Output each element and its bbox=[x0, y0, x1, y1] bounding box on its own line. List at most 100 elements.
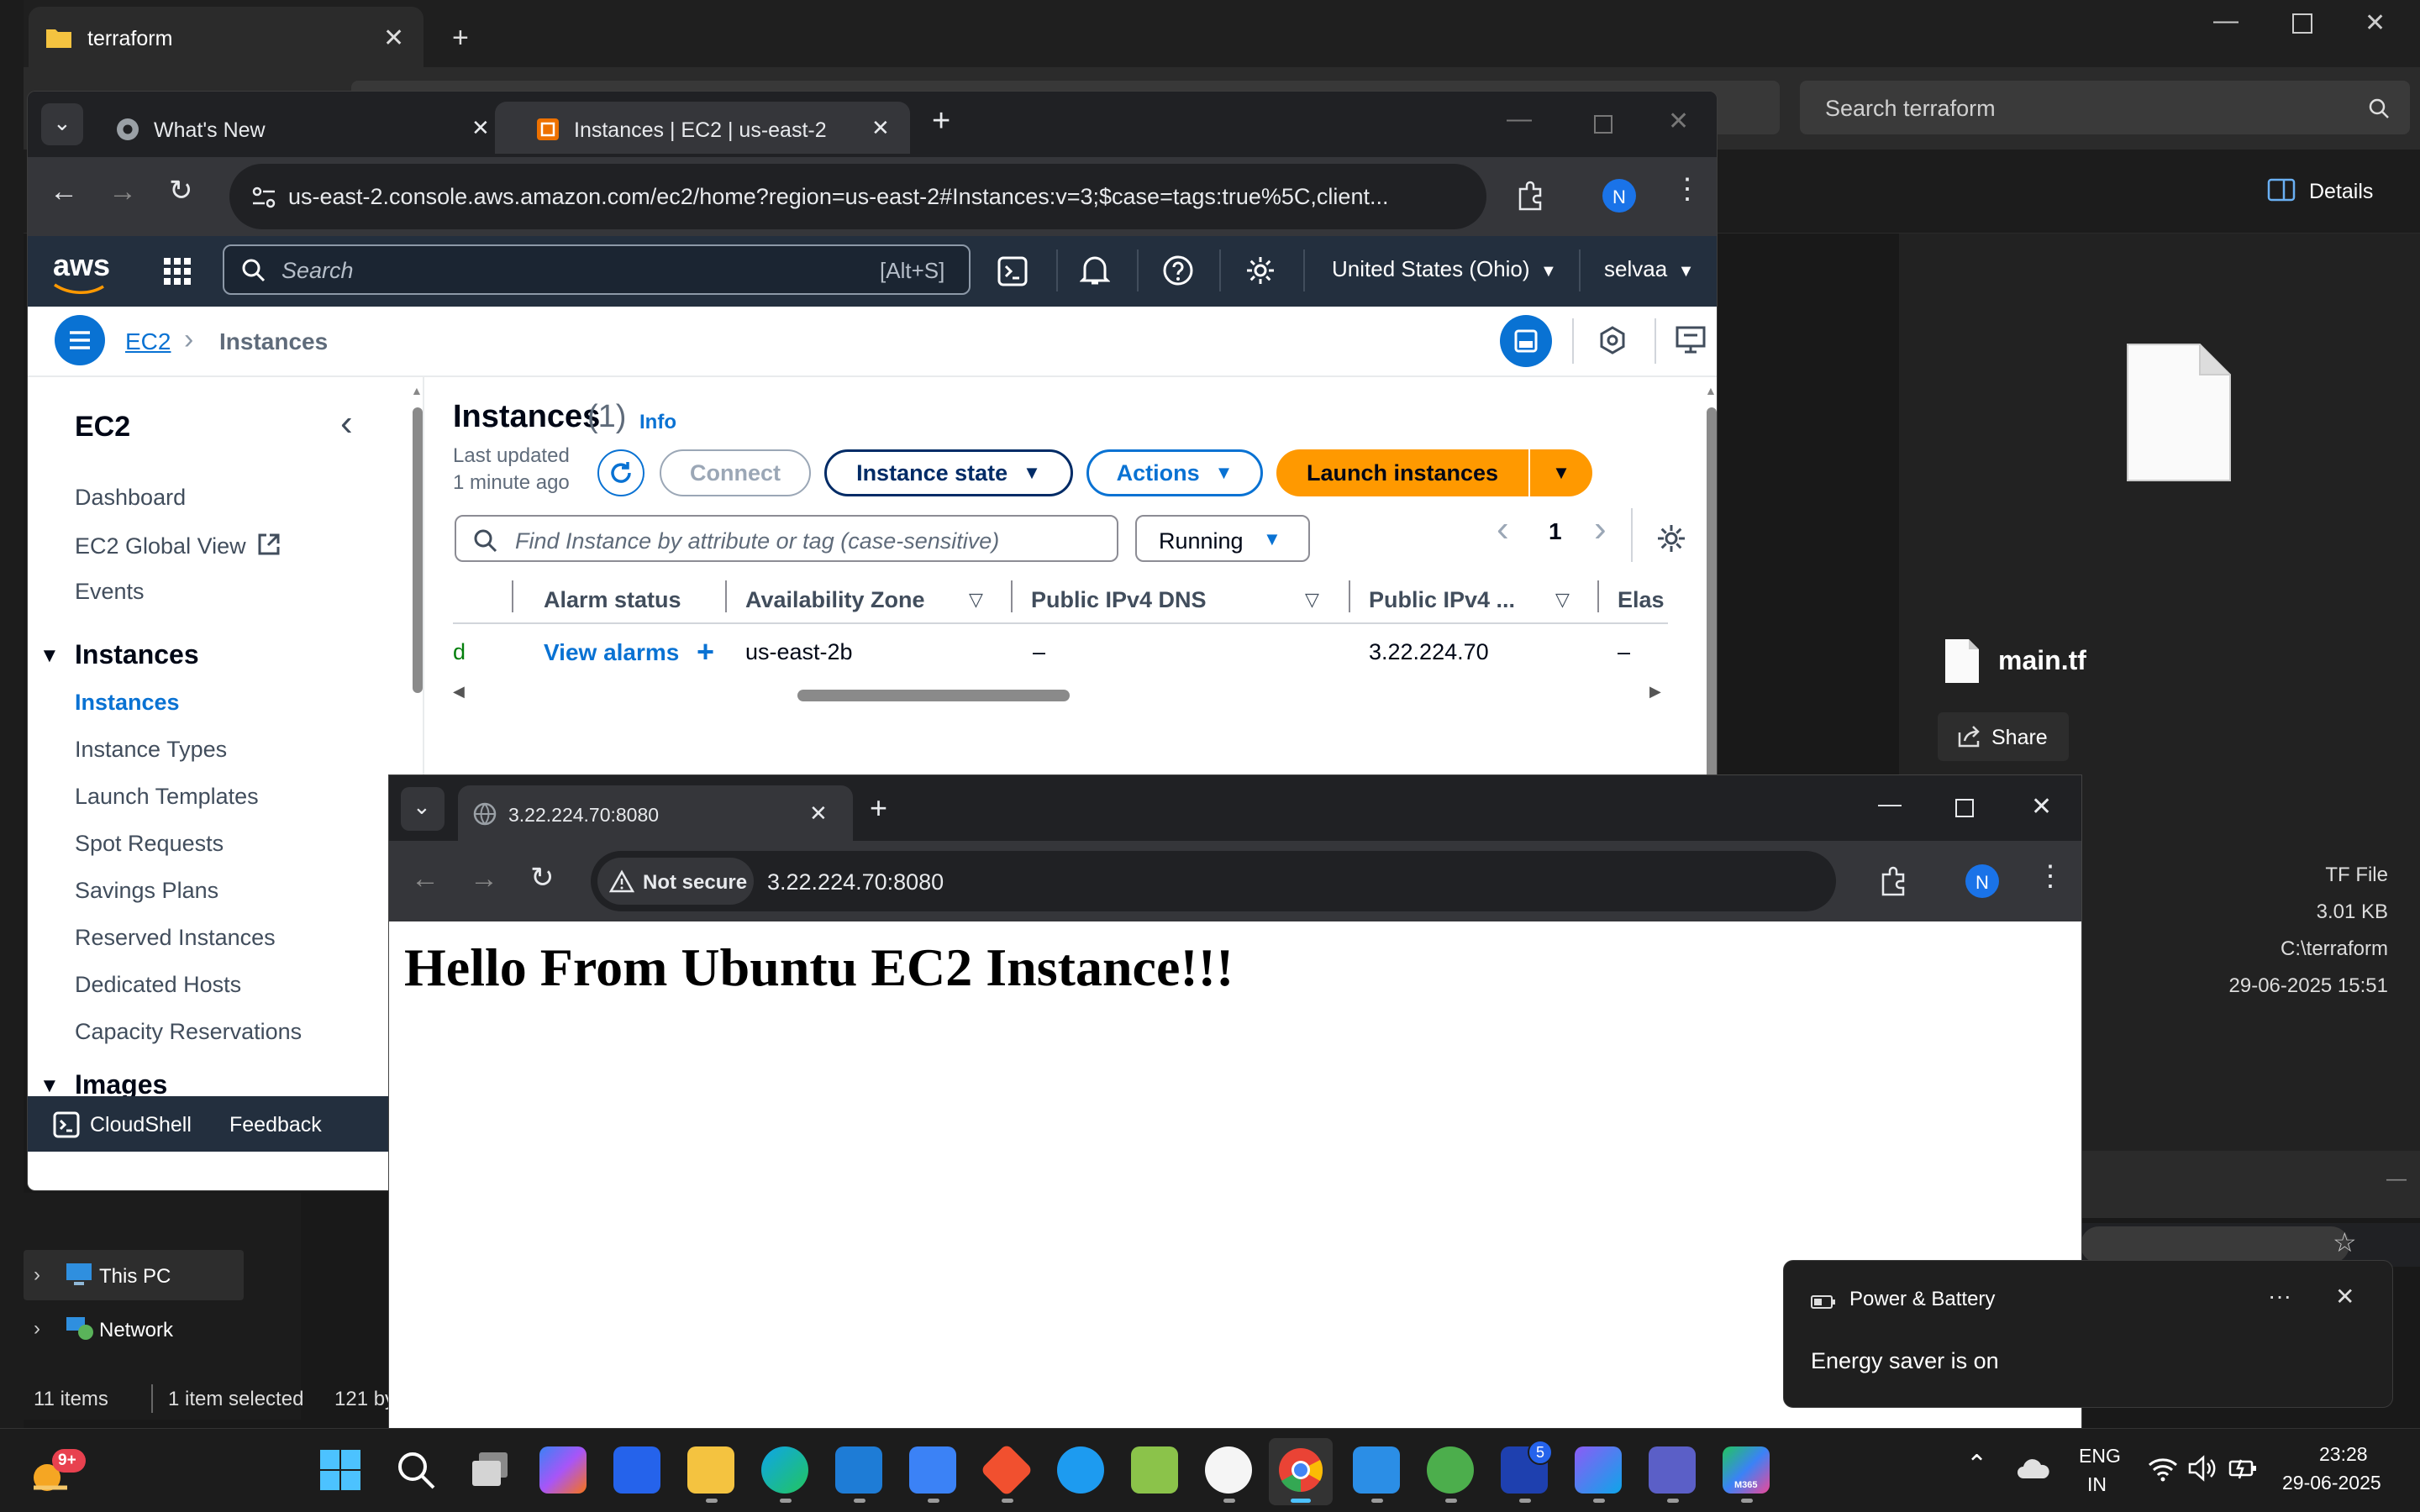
menu-icon[interactable]: ⋮ bbox=[1673, 172, 1702, 206]
side-nav-section-instances[interactable]: Instances bbox=[75, 639, 199, 670]
actions-dropdown[interactable]: Actions ▼ bbox=[1086, 449, 1263, 496]
feedback-button[interactable]: Feedback bbox=[229, 1113, 322, 1137]
account-menu[interactable]: selvaa ▼ bbox=[1604, 256, 1694, 282]
close-tab-icon[interactable]: ✕ bbox=[809, 801, 828, 827]
vscode-icon[interactable] bbox=[835, 1446, 882, 1494]
security-chip[interactable]: Not secure bbox=[597, 858, 754, 905]
share-button[interactable]: Share bbox=[1938, 712, 2069, 761]
task-view-icon[interactable] bbox=[469, 1449, 511, 1491]
connect-button[interactable]: Connect bbox=[660, 449, 811, 496]
details-button[interactable]: Details bbox=[2309, 180, 2373, 204]
minimize-icon[interactable]: — bbox=[2213, 7, 2238, 35]
minimize-icon[interactable]: — bbox=[1878, 790, 1902, 817]
side-nav-toggle[interactable] bbox=[55, 315, 105, 365]
chrome-taskbar-active[interactable] bbox=[1269, 1438, 1333, 1505]
notifications-bell-icon[interactable] bbox=[1080, 255, 1110, 286]
launch-dropdown-button[interactable]: ▼ bbox=[1530, 449, 1592, 496]
expand-triangle-icon[interactable]: ▼ bbox=[39, 644, 60, 668]
sort-icon[interactable]: ▽ bbox=[969, 589, 983, 611]
more-options-icon[interactable]: ··· bbox=[2268, 1283, 2291, 1310]
side-nav-launch-templates[interactable]: Launch Templates bbox=[75, 784, 259, 810]
new-tab-icon[interactable]: + bbox=[870, 790, 887, 826]
teams-icon[interactable] bbox=[1649, 1446, 1696, 1494]
side-nav-instances-active[interactable]: Instances bbox=[75, 690, 180, 716]
close-icon[interactable]: ✕ bbox=[2031, 792, 2052, 822]
power-notification[interactable]: Power & Battery ··· ✕ Energy saver is on bbox=[1783, 1260, 2393, 1408]
add-alarm-icon[interactable]: + bbox=[697, 634, 714, 669]
nav-item-network[interactable]: › Network bbox=[24, 1304, 244, 1354]
table-row[interactable]: d View alarms + us-east-2b – 3.22.224.70… bbox=[453, 626, 1668, 678]
aws-address-bar[interactable]: us-east-2.console.aws.amazon.com/ec2/hom… bbox=[229, 164, 1486, 229]
weather-widget[interactable]: 9+ bbox=[29, 1449, 86, 1496]
battery-saver-icon[interactable] bbox=[2228, 1457, 2259, 1482]
onedrive-icon[interactable] bbox=[2017, 1457, 2050, 1480]
sort-icon[interactable]: ▽ bbox=[1305, 589, 1319, 611]
panel-toggle-button[interactable] bbox=[1500, 315, 1552, 367]
breadcrumb-ec2-link[interactable]: EC2 bbox=[125, 328, 171, 355]
tab-localhost[interactable]: 3.22.224.70:8080 ✕ bbox=[458, 785, 853, 841]
scroll-left-icon[interactable]: ◀ bbox=[453, 683, 465, 701]
maximize-icon[interactable] bbox=[1955, 799, 1974, 817]
close-tab-icon[interactable]: ✕ bbox=[383, 24, 404, 53]
maximize-icon[interactable] bbox=[2292, 13, 2312, 34]
reload-icon[interactable]: ↻ bbox=[530, 861, 555, 895]
webex-icon[interactable] bbox=[1575, 1446, 1622, 1494]
putty-icon[interactable] bbox=[1205, 1446, 1252, 1494]
column-elastic-ip[interactable]: Elas bbox=[1618, 587, 1665, 613]
language-indicator[interactable]: ENG bbox=[2079, 1445, 2121, 1467]
side-nav-reserved-instances[interactable]: Reserved Instances bbox=[75, 925, 276, 951]
maximize-icon[interactable] bbox=[1594, 115, 1612, 134]
minimize-icon[interactable]: — bbox=[1507, 105, 1532, 134]
profile-avatar[interactable]: N bbox=[1965, 864, 1999, 898]
tab-search-button[interactable]: ⌄ bbox=[41, 103, 83, 145]
new-tab-icon[interactable]: + bbox=[452, 22, 469, 55]
popup-address-bar[interactable]: Not secure 3.22.224.70:8080 bbox=[591, 851, 1836, 911]
settings-gear-icon[interactable] bbox=[1244, 255, 1276, 286]
explorer-search-input[interactable]: Search terraform bbox=[1800, 81, 2410, 134]
clock-date[interactable]: 29-06-2025 bbox=[2282, 1472, 2381, 1494]
windows-start-icon[interactable] bbox=[319, 1449, 361, 1491]
profile-avatar[interactable]: N bbox=[1602, 179, 1636, 213]
page-number[interactable]: 1 bbox=[1549, 518, 1562, 545]
search-icon[interactable] bbox=[395, 1449, 437, 1491]
side-nav-instance-types[interactable]: Instance Types bbox=[75, 737, 227, 763]
side-nav-dedicated-hosts[interactable]: Dedicated Hosts bbox=[75, 972, 241, 998]
close-tab-icon[interactable]: ✕ bbox=[871, 115, 890, 141]
help-icon[interactable] bbox=[1162, 255, 1194, 286]
back-icon[interactable]: ← bbox=[50, 176, 78, 208]
cloudshell-button[interactable]: CloudShell bbox=[90, 1113, 192, 1137]
close-icon[interactable]: ✕ bbox=[2335, 1283, 2354, 1310]
column-alarm-status[interactable]: Alarm status bbox=[544, 587, 681, 613]
aws-logo[interactable]: aws bbox=[53, 248, 110, 294]
aws-search-input[interactable]: Search [Alt+S] bbox=[223, 244, 971, 295]
instance-state-dropdown[interactable]: Instance state ▼ bbox=[824, 449, 1073, 496]
tab-search-button[interactable]: ⌄ bbox=[401, 787, 445, 831]
cloudshell-icon[interactable] bbox=[997, 256, 1028, 286]
wifi-icon[interactable] bbox=[2148, 1457, 2178, 1482]
extensions-icon[interactable] bbox=[1878, 866, 1908, 896]
extensions-icon[interactable] bbox=[1515, 181, 1545, 211]
chevron-up-icon[interactable]: ⌃ bbox=[1966, 1450, 1987, 1479]
network-tool-icon[interactable] bbox=[909, 1446, 956, 1494]
back-icon[interactable]: ← bbox=[411, 863, 439, 895]
tab-ec2-instances[interactable]: Instances | EC2 | us-east-2 ✕ bbox=[495, 102, 910, 154]
scroll-right-icon[interactable]: ▶ bbox=[1649, 683, 1661, 701]
info-link[interactable]: Info bbox=[639, 411, 676, 434]
prev-page-icon[interactable]: ‹ bbox=[1497, 508, 1509, 550]
reload-icon[interactable]: ↻ bbox=[169, 174, 193, 207]
scrollbar-thumb[interactable] bbox=[797, 690, 1070, 701]
column-availability-zone[interactable]: Availability Zone bbox=[745, 587, 925, 613]
next-page-icon[interactable]: › bbox=[1594, 508, 1607, 550]
region-selector[interactable]: United States (Ohio) ▼ bbox=[1332, 256, 1557, 282]
edge-icon[interactable] bbox=[761, 1446, 808, 1494]
horizontal-scrollbar[interactable]: ◀ ▶ bbox=[453, 680, 1668, 713]
cloud-app-icon[interactable] bbox=[1057, 1446, 1104, 1494]
notepad-icon[interactable] bbox=[1353, 1446, 1400, 1494]
column-public-dns[interactable]: Public IPv4 DNS bbox=[1031, 587, 1207, 613]
expand-triangle-icon[interactable]: ▼ bbox=[39, 1074, 60, 1098]
tab-whats-new[interactable]: What's New ✕ bbox=[97, 102, 508, 154]
side-nav-global-view[interactable]: EC2 Global View bbox=[75, 532, 281, 559]
services-grid-icon[interactable] bbox=[162, 256, 192, 286]
explorer-tab[interactable]: terraform ✕ bbox=[29, 7, 424, 74]
side-nav-capacity-reservations[interactable]: Capacity Reservations bbox=[75, 1019, 302, 1045]
